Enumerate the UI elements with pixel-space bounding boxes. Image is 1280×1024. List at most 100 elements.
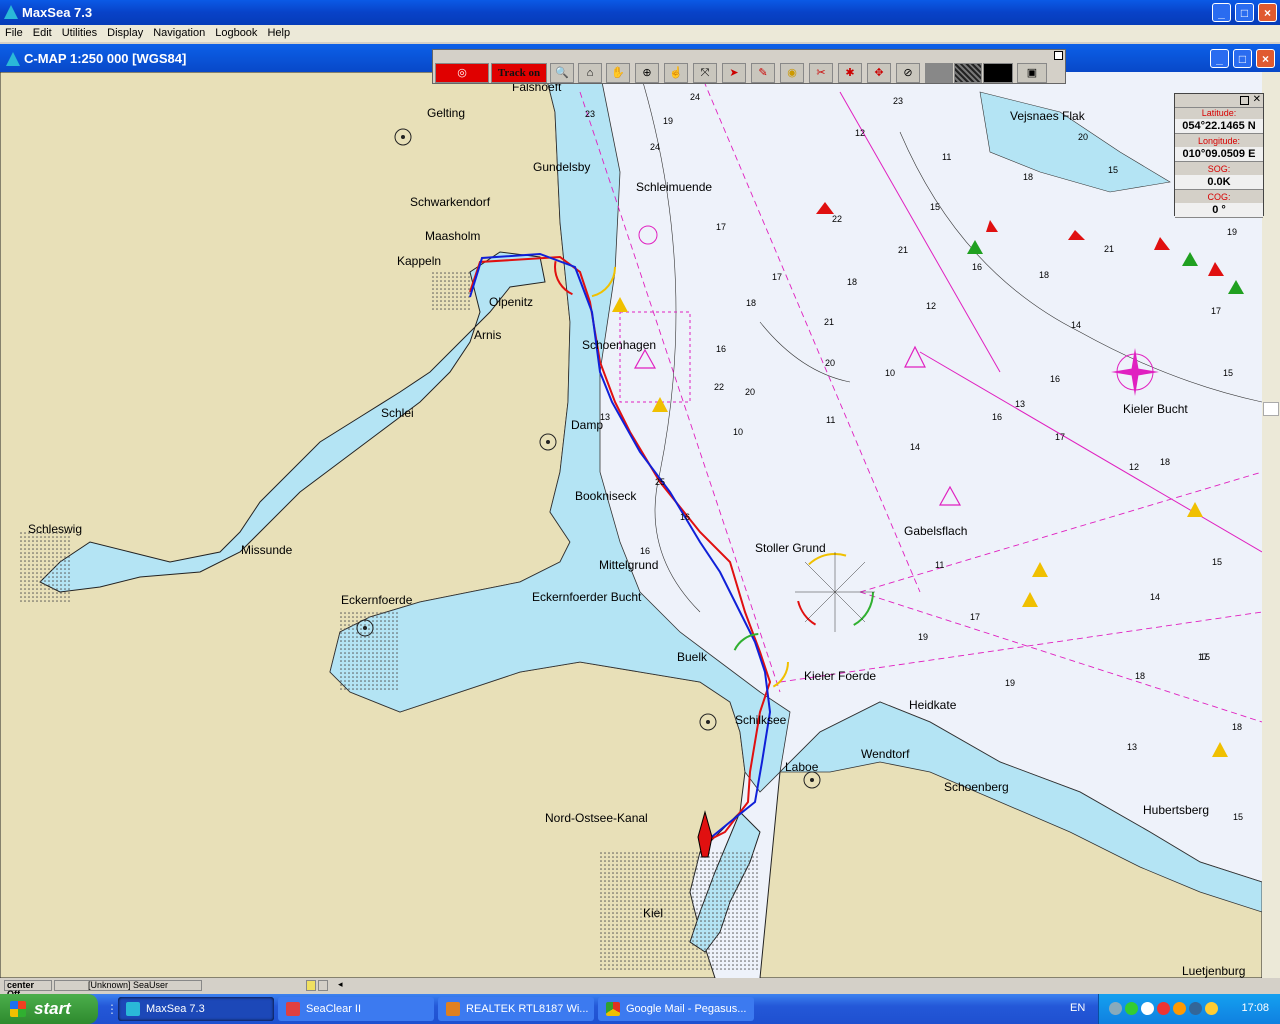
wifi-signal-icon[interactable] (1125, 1002, 1138, 1015)
menu-file[interactable]: File (0, 26, 28, 40)
depth-sounding: 16 (1050, 374, 1061, 384)
place-heidkate: Heidkate (909, 698, 957, 712)
hscroll-left-icon[interactable]: ◂ (338, 979, 343, 990)
record-button[interactable]: ◎ (435, 63, 489, 83)
place-kappeln: Kappeln (397, 254, 442, 268)
pencil-icon[interactable]: ✎ (751, 63, 775, 83)
task-google-mail[interactable]: Google Mail - Pegasus... (598, 997, 754, 1021)
update-icon[interactable] (1173, 1002, 1186, 1015)
place-schwarkendorf: Schwarkendorf (410, 195, 491, 209)
depth-sounding: 18 (1160, 457, 1171, 467)
gray-shade-swatch[interactable] (925, 63, 953, 83)
depth-sounding: 19 (663, 116, 674, 126)
menu-help[interactable]: Help (262, 26, 295, 40)
task-realtek[interactable]: REALTEK RTL8187 Wi... (438, 997, 594, 1021)
move-icon[interactable]: ✥ (867, 63, 891, 83)
depth-sounding: 17 (716, 222, 727, 232)
target-icon[interactable]: ✱ (838, 63, 862, 83)
depth-sounding: 16 (680, 512, 691, 522)
task-label: Google Mail - Pegasus... (626, 1003, 747, 1015)
place-vejsnaes-flak: Vejsnaes Flak (1010, 109, 1085, 123)
depth-sounding: 14 (1071, 320, 1082, 330)
network-icon[interactable] (1109, 1002, 1122, 1015)
language-indicator[interactable]: EN (1070, 1002, 1085, 1014)
depth-sounding: 21 (898, 245, 909, 255)
start-button[interactable]: start (0, 994, 98, 1024)
scrollbar-thumb[interactable] (1263, 402, 1279, 416)
track-on-button[interactable]: Track on (491, 63, 547, 83)
display-mode-icon[interactable]: ▣ (1017, 63, 1047, 83)
place-hubertsberg: Hubertsberg (1143, 803, 1210, 817)
menu-logbook[interactable]: Logbook (210, 26, 262, 40)
crosshair-icon[interactable]: ⊕ (635, 63, 659, 83)
app-titlebar: MaxSea 7.3 _ □ × (0, 0, 1280, 25)
depth-sounding: 10 (733, 427, 744, 437)
chart-close-button[interactable]: × (1256, 49, 1275, 68)
black-shade-swatch[interactable] (983, 63, 1013, 83)
depth-sounding: 17 (772, 272, 783, 282)
circle-icon[interactable]: ⊘ (896, 63, 920, 83)
volume-icon[interactable] (1141, 1002, 1154, 1015)
depth-sounding: 11 (935, 560, 945, 570)
maximize-button[interactable]: □ (1235, 3, 1254, 22)
sync-icon[interactable] (1189, 1002, 1202, 1015)
panel-restore-icon[interactable] (1240, 96, 1249, 105)
place-damp: Damp (571, 418, 604, 432)
maxsea-app-icon (4, 5, 18, 19)
menu-navigation[interactable]: Navigation (148, 26, 210, 40)
depth-sounding: 10 (885, 368, 896, 378)
task-label: MaxSea 7.3 (146, 1003, 205, 1015)
mark-icon[interactable]: ◉ (780, 63, 804, 83)
panel-close-icon[interactable]: ✕ (1253, 94, 1261, 105)
measure-icon[interactable]: ⤧ (693, 63, 717, 83)
nautical-chart[interactable]: Falshoeft Gelting Gundelsby Schwarkendor… (0, 72, 1262, 978)
place-gundelsby: Gundelsby (533, 160, 591, 174)
depth-sounding: 14 (910, 442, 921, 452)
menu-utilities[interactable]: Utilities (57, 26, 102, 40)
depth-sounding: 24 (690, 92, 701, 102)
pointer-icon[interactable]: ➤ (722, 63, 746, 83)
depth-sounding: 25 (655, 477, 666, 487)
place-schleswig: Schleswig (28, 522, 83, 536)
start-label: start (34, 999, 71, 1018)
place-wendtorf: Wendtorf (861, 747, 910, 761)
task-maxsea[interactable]: MaxSea 7.3 (118, 997, 274, 1021)
depth-sounding: 19 (1005, 678, 1016, 688)
clock[interactable]: 17:08 (1241, 1002, 1269, 1014)
depth-sounding: 12 (1129, 462, 1140, 472)
depth-sounding: 23 (585, 109, 596, 119)
close-button[interactable]: × (1258, 3, 1277, 22)
chart-maximize-button[interactable]: □ (1233, 49, 1252, 68)
toolbar-close-icon[interactable] (1054, 51, 1063, 60)
scissors-icon[interactable]: ✂ (809, 63, 833, 83)
app-title: MaxSea 7.3 (22, 5, 93, 20)
menu-display[interactable]: Display (102, 26, 148, 40)
place-kiel: Kiel (643, 906, 664, 920)
grab-hand-icon[interactable]: ☝ (664, 63, 688, 83)
route-icon[interactable]: ⌂ (578, 63, 602, 83)
chart-vertical-scrollbar[interactable] (1262, 72, 1280, 978)
taskbar: start ⋮ MaxSea 7.3 SeaClear II REALTEK R… (0, 994, 1280, 1024)
pan-hand-icon[interactable]: ✋ (606, 63, 630, 83)
place-arnis: Arnis (474, 328, 502, 342)
menu-edit[interactable]: Edit (28, 26, 57, 40)
place-nord-ostsee-kanal: Nord-Ostsee-Kanal (545, 811, 648, 825)
chart-minimize-button[interactable]: _ (1210, 49, 1229, 68)
depth-sounding: 12 (926, 301, 937, 311)
place-laboe: Laboe (785, 760, 819, 774)
place-luetjenburg: Luetjenburg (1182, 964, 1246, 978)
security-icon[interactable] (1157, 1002, 1170, 1015)
minimize-button[interactable]: _ (1212, 3, 1231, 22)
task-seaclear[interactable]: SeaClear II (278, 997, 434, 1021)
place-schilksee: Schilksee (735, 713, 787, 727)
depth-sounding: 18 (746, 298, 757, 308)
zoom-icon[interactable]: 🔍 (550, 63, 574, 83)
center-toggle[interactable]: center Off (4, 980, 52, 999)
tray-app-icon[interactable] (1205, 1002, 1218, 1015)
depth-sounding: 17 (1211, 306, 1222, 316)
hatch-shade-swatch[interactable] (954, 63, 982, 83)
depth-sounding: 14 (1150, 592, 1161, 602)
depth-sounding: 23 (893, 96, 904, 106)
place-kieler-bucht: Kieler Bucht (1123, 402, 1188, 416)
depth-sounding: 13 (600, 412, 611, 422)
